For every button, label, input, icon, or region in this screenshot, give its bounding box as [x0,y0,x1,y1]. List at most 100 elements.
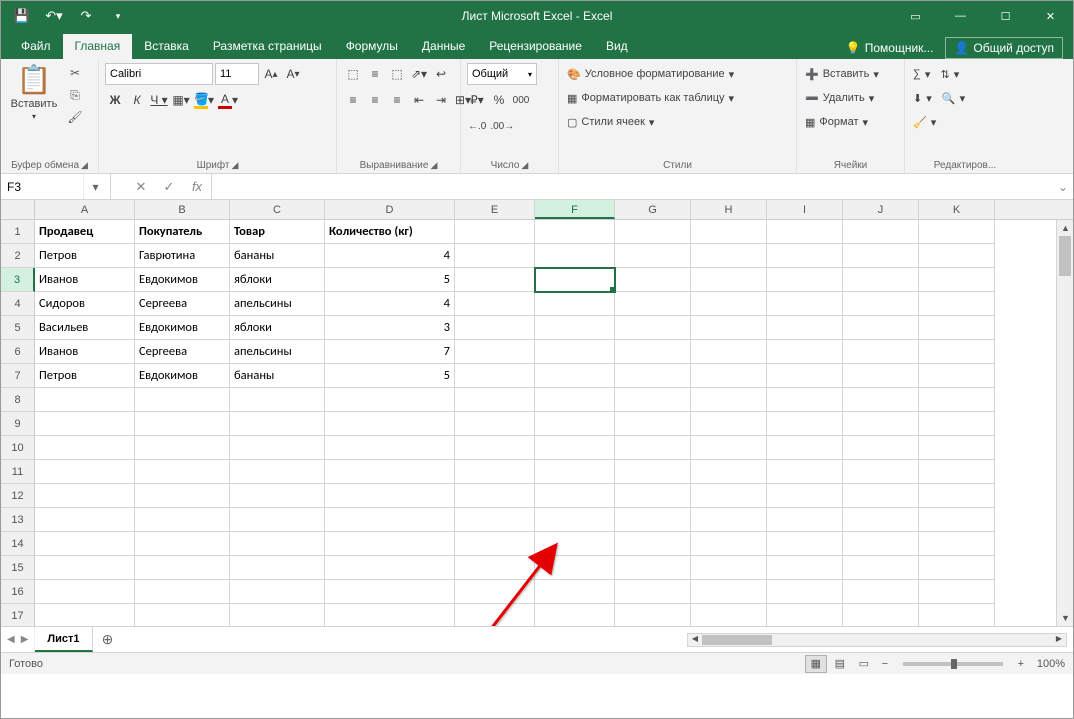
cell[interactable] [767,556,843,580]
column-header[interactable]: H [691,200,767,219]
name-box[interactable]: ▾ [1,174,111,199]
row-header[interactable]: 9 [1,412,35,436]
cell[interactable] [230,484,325,508]
cut-button[interactable]: ✂ [65,63,85,83]
cell[interactable] [767,220,843,244]
cell[interactable]: Товар [230,220,325,244]
sheet-next-icon[interactable]: ▶ [21,634,29,645]
sheet-tab[interactable]: Лист1 [35,627,92,652]
cell[interactable] [767,436,843,460]
column-header[interactable]: E [455,200,535,219]
cell[interactable] [230,508,325,532]
cell[interactable] [535,508,615,532]
cell[interactable] [615,340,691,364]
zoom-slider-thumb[interactable] [951,659,957,669]
cell[interactable] [691,532,767,556]
cell[interactable] [455,436,535,460]
cell[interactable] [535,556,615,580]
cell[interactable]: Евдокимов [135,268,230,292]
cell[interactable] [691,292,767,316]
cell[interactable] [767,316,843,340]
tab-home[interactable]: Главная [63,34,133,59]
cell[interactable] [615,436,691,460]
vscroll-thumb[interactable] [1059,236,1071,276]
cell[interactable] [325,580,455,604]
save-icon[interactable]: 💾 [7,2,37,30]
dialog-launcher-icon[interactable]: ◢ [81,160,88,171]
cell[interactable] [843,220,919,244]
cell[interactable] [843,412,919,436]
row-header[interactable]: 14 [1,532,35,556]
row-header[interactable]: 2 [1,244,35,268]
cell[interactable] [35,412,135,436]
cell[interactable] [535,364,615,388]
cell[interactable] [767,604,843,626]
decrease-decimal-button[interactable]: .00→ [489,116,515,136]
cell[interactable] [919,460,995,484]
cell[interactable] [843,316,919,340]
cell[interactable] [919,268,995,292]
hscroll-thumb[interactable] [702,635,772,645]
column-header[interactable]: A [35,200,135,219]
scroll-up-button[interactable]: ▲ [1057,220,1073,236]
dialog-launcher-icon[interactable]: ◢ [521,160,528,171]
cell[interactable] [230,388,325,412]
cell-styles-button[interactable]: ▢Стили ячеек ▾ [565,111,736,133]
cell[interactable]: Васильев [35,316,135,340]
row-header[interactable]: 1 [1,220,35,244]
cell[interactable] [767,580,843,604]
cell[interactable] [767,268,843,292]
insert-cells-button[interactable]: ➕Вставить ▾ [803,63,881,85]
border-button[interactable]: ▦▾ [171,90,191,110]
cell[interactable] [691,412,767,436]
shrink-font-button[interactable]: A▾ [283,64,303,84]
row-header[interactable]: 8 [1,388,35,412]
conditional-format-button[interactable]: 🎨Условное форматирование ▾ [565,63,736,85]
cell[interactable] [535,532,615,556]
cell[interactable] [135,556,230,580]
cell[interactable]: апельсины [230,340,325,364]
cell[interactable] [455,580,535,604]
row-header[interactable]: 6 [1,340,35,364]
cell[interactable] [455,460,535,484]
align-top-button[interactable]: ⬚ [343,64,363,84]
paste-button[interactable]: 📋 Вставить ▾ [7,63,61,121]
ribbon-options-icon[interactable]: ▭ [893,1,938,31]
cell[interactable]: Продавец [35,220,135,244]
cell[interactable] [843,460,919,484]
cell[interactable]: яблоки [230,268,325,292]
cell[interactable] [615,484,691,508]
row-header[interactable]: 10 [1,436,35,460]
font-size-input[interactable] [215,63,259,85]
scroll-right-button[interactable]: ▶ [1052,634,1066,646]
column-header[interactable]: K [919,200,995,219]
cell[interactable] [843,388,919,412]
cell[interactable] [615,364,691,388]
row-header[interactable]: 12 [1,484,35,508]
cell[interactable] [919,580,995,604]
cell[interactable] [919,604,995,626]
cell[interactable] [35,460,135,484]
cell[interactable]: бананы [230,244,325,268]
cell[interactable] [615,604,691,626]
sheet-nav[interactable]: ◀ ▶ [1,627,35,652]
cell[interactable] [455,316,535,340]
column-header[interactable]: D [325,200,455,219]
align-middle-button[interactable]: ≡ [365,64,385,84]
tab-file[interactable]: Файл [9,34,63,59]
tab-layout[interactable]: Разметка страницы [201,34,334,59]
cell[interactable] [919,436,995,460]
cell[interactable]: Петров [35,244,135,268]
cell[interactable] [455,364,535,388]
cell[interactable] [767,484,843,508]
cell[interactable] [843,436,919,460]
row-header[interactable]: 16 [1,580,35,604]
row-header[interactable]: 11 [1,460,35,484]
cell[interactable] [325,532,455,556]
format-cells-button[interactable]: ▦Формат ▾ [803,111,881,133]
decrease-indent-button[interactable]: ⇤ [409,90,429,110]
cell[interactable] [35,604,135,626]
cell[interactable] [455,508,535,532]
tellme-search[interactable]: 💡 Помощник... [838,37,942,59]
cell[interactable] [615,292,691,316]
